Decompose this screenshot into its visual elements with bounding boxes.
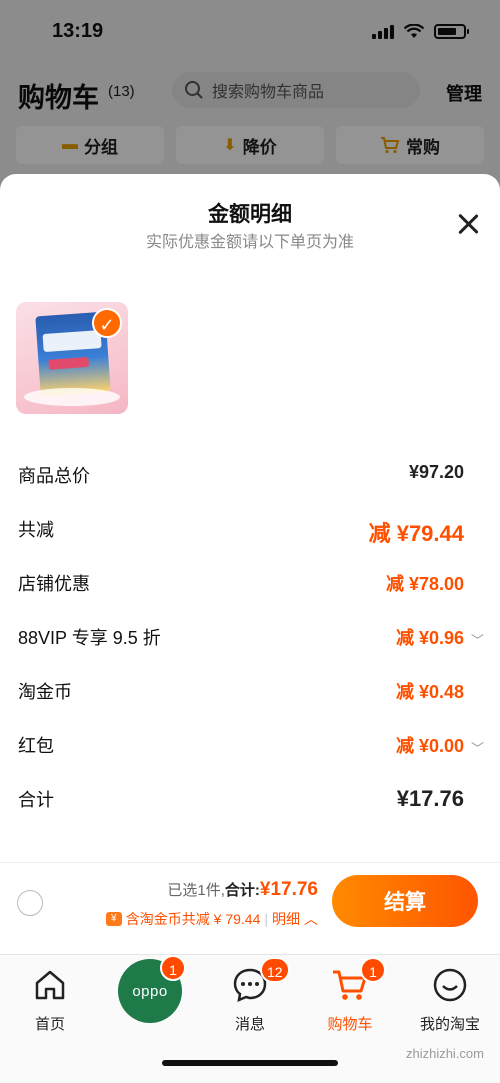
selected-summary: 已选1件,合计:¥17.76	[167, 879, 318, 901]
amount-row-red-packet[interactable]: 红包 减 ¥0.00 ﹀	[0, 728, 500, 782]
coin-discount-text: 含淘金币共减 ¥ 79.44	[125, 911, 261, 927]
profile-icon	[433, 968, 467, 1002]
amount-row-88vip[interactable]: 88VIP 专享 9.5 折 减 ¥0.96 ﹀	[0, 620, 500, 674]
coin-discount-line[interactable]: ¥ 含淘金币共减 ¥ 79.44 | 明细 ︿	[105, 909, 318, 929]
row-label: 合计	[18, 790, 54, 810]
row-value: ¥17.76	[396, 786, 464, 811]
checkout-bar: 已选1件,合计:¥17.76 ¥ 含淘金币共减 ¥ 79.44 | 明细 ︿ 结…	[0, 862, 500, 954]
tab-label: 购物车	[327, 1016, 373, 1033]
coin-icon: ¥	[105, 912, 122, 926]
selected-count: 已选1件,	[167, 882, 225, 899]
total-label: 合计:	[224, 882, 260, 899]
row-label: 88VIP 专享 9.5 折	[18, 628, 161, 648]
home-icon	[35, 970, 65, 1000]
amount-row-subtotal: 合计 ¥17.76	[0, 782, 500, 836]
tab-cart[interactable]: 购物车	[300, 965, 400, 1034]
cart-badge: 1	[360, 957, 386, 983]
sheet-subtitle: 实际优惠金额请以下单页为准	[145, 234, 354, 251]
checkmark-icon: ✓	[92, 308, 122, 338]
sheet-title: 金额明细	[208, 203, 292, 226]
tab-profile[interactable]: 我的淘宝	[400, 965, 500, 1034]
row-value: 减 ¥79.44	[368, 521, 464, 546]
tab-label: 我的淘宝	[419, 1016, 480, 1033]
watermark: zhizhizhi.com	[405, 1046, 484, 1061]
tab-home[interactable]: 首页	[0, 965, 100, 1034]
row-label: 淘金币	[18, 682, 72, 702]
chevron-down-icon: ﹀	[470, 741, 484, 756]
chevron-up-icon: ︿	[304, 911, 318, 927]
row-label: 共减	[18, 520, 54, 540]
close-icon[interactable]	[456, 212, 480, 236]
chevron-down-icon: ﹀	[470, 633, 484, 648]
amount-detail-sheet: 金额明细 实际优惠金额请以下单页为准 ✓ 商品总价 ¥97.20 共减 减 ¥7…	[0, 174, 500, 954]
row-value: 减 ¥0.00	[395, 736, 464, 756]
row-value: 减 ¥0.48	[395, 682, 464, 702]
tab-label: 消息	[234, 1016, 265, 1033]
modal-overlay[interactable]	[0, 0, 500, 200]
messages-badge: 12	[260, 957, 290, 983]
row-value: 减 ¥78.00	[385, 574, 464, 594]
home-indicator[interactable]	[162, 1060, 338, 1066]
select-all-checkbox[interactable]	[17, 890, 43, 916]
amount-rows: 商品总价 ¥97.20 共减 减 ¥79.44 店铺优惠 减 ¥78.00 88…	[0, 458, 500, 836]
amount-row-taojinbi: 淘金币 减 ¥0.48	[0, 674, 500, 728]
oppo-badge: 1	[160, 955, 186, 981]
row-label: 商品总价	[18, 466, 90, 486]
oppo-text: oppo	[132, 982, 168, 1000]
tab-label: 首页	[34, 1016, 65, 1033]
amount-row-total-price: 商品总价 ¥97.20	[0, 458, 500, 512]
checkout-button[interactable]: 结算	[332, 875, 478, 927]
row-label: 红包	[18, 736, 54, 756]
total-value: ¥17.76	[259, 879, 318, 900]
row-label: 店铺优惠	[18, 574, 90, 594]
row-value: 减 ¥0.96	[395, 628, 464, 648]
amount-row-total-discount: 共减 减 ¥79.44	[0, 512, 500, 566]
row-value: ¥97.20	[408, 462, 464, 482]
detail-link[interactable]: 明细	[272, 909, 300, 929]
amount-row-shop-discount: 店铺优惠 减 ¥78.00	[0, 566, 500, 620]
